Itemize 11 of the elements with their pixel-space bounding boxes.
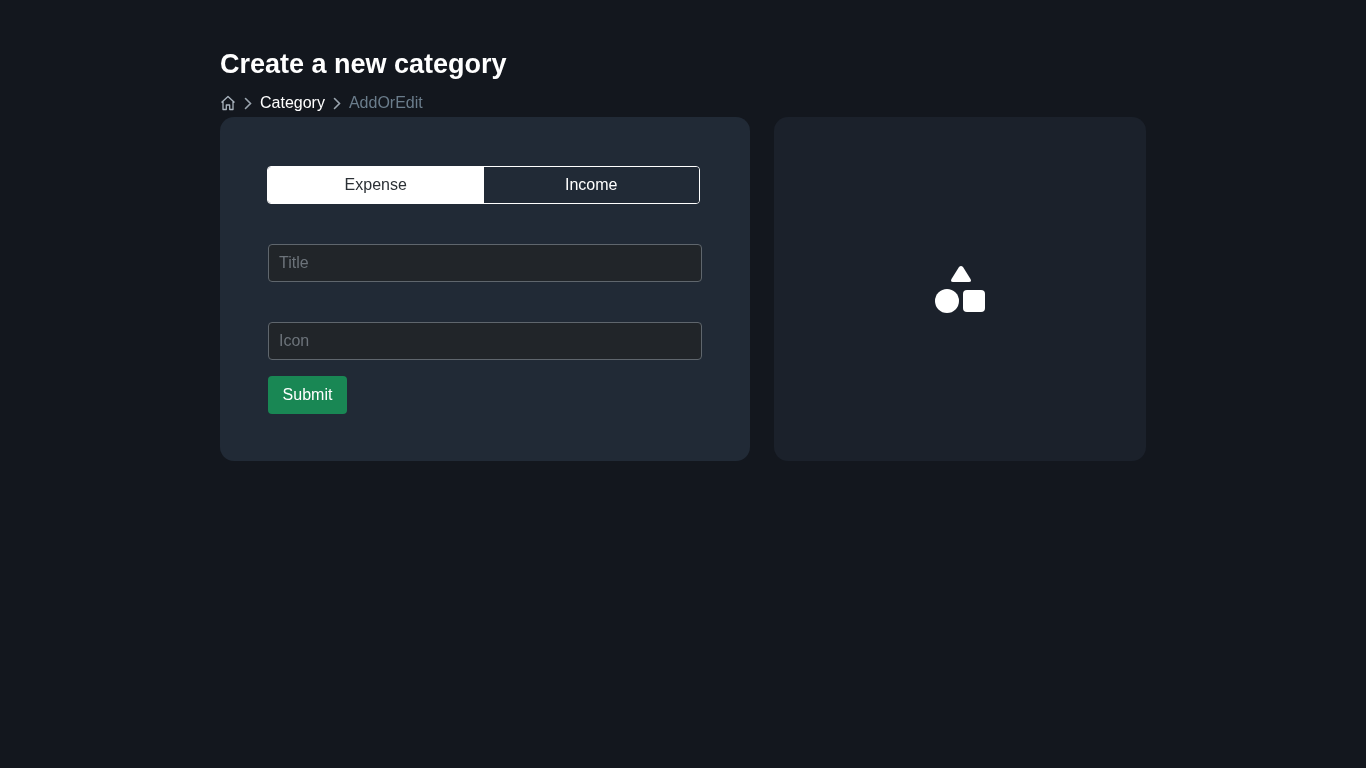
home-icon[interactable] — [220, 95, 236, 111]
chevron-icon — [332, 96, 341, 110]
page-title: Create a new category — [220, 48, 507, 81]
breadcrumb-current: AddOrEdit — [348, 94, 423, 112]
icon-field[interactable]: Icon — [268, 322, 702, 360]
title-field[interactable]: Title — [268, 244, 702, 282]
breadcrumb-link[interactable]: Category — [260, 94, 325, 112]
chevron-icon — [244, 96, 252, 110]
submit-button[interactable]: Submit — [268, 376, 347, 414]
type-tab[interactable]: Expense — [268, 167, 484, 203]
shapes-icon — [935, 265, 985, 313]
